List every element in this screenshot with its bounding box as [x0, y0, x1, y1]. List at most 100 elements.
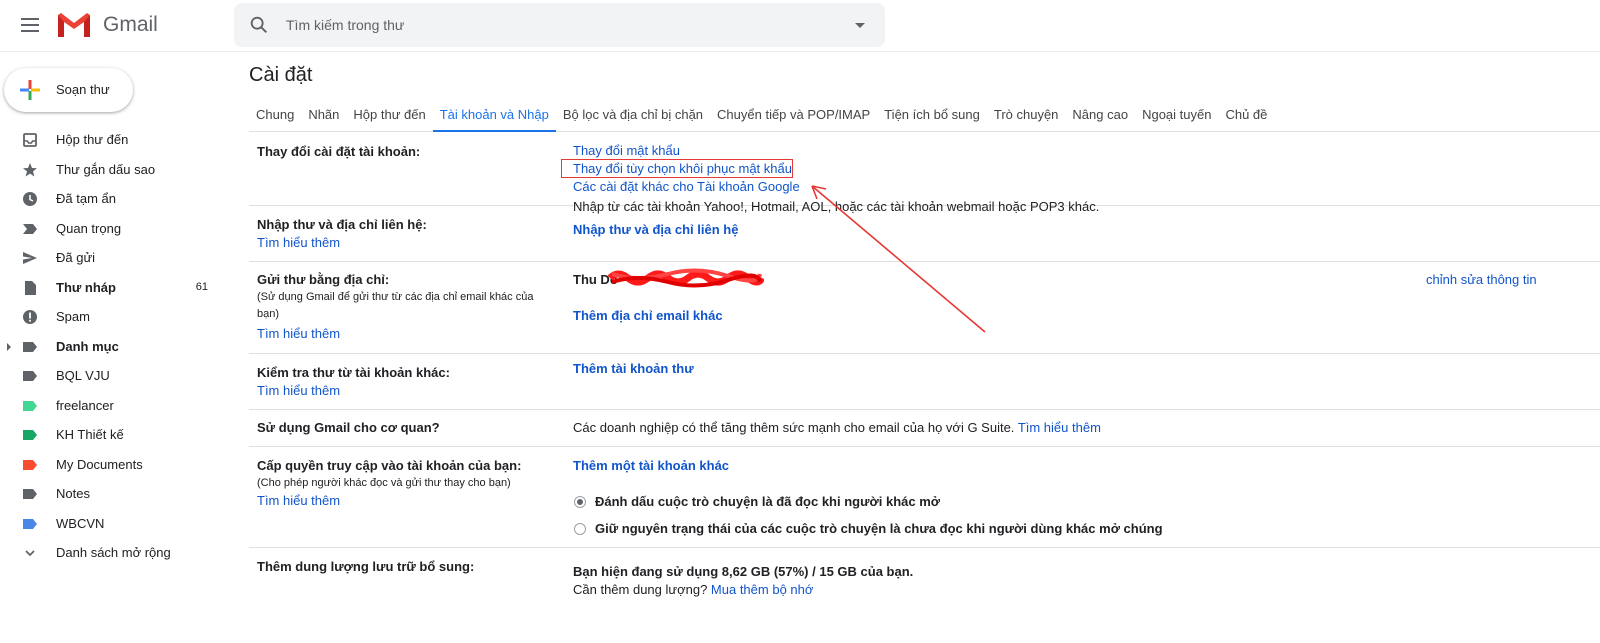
- settings-tab[interactable]: Ngoại tuyến: [1135, 100, 1218, 132]
- sidebar-item[interactable]: My Documents: [0, 451, 220, 481]
- buy-storage-link[interactable]: Mua thêm bộ nhớ: [711, 582, 813, 597]
- sidebar-item-label: Danh sách mở rộng: [56, 545, 171, 560]
- import-description: Nhập từ các tài khoản Yahoo!, Hotmail, A…: [573, 199, 1100, 214]
- compose-label: Soạn thư: [56, 82, 110, 97]
- search-icon[interactable]: [248, 14, 270, 36]
- add-another-account-link[interactable]: Thêm một tài khoản khác: [573, 458, 729, 473]
- search-options-dropdown-icon[interactable]: [855, 23, 865, 28]
- mark-read-radio[interactable]: [574, 496, 586, 508]
- sidebar-item[interactable]: BQL VJU: [0, 362, 220, 392]
- star-icon: [23, 162, 37, 176]
- sidebar-item-label: Hộp thư đến: [56, 132, 129, 147]
- sidebar-item[interactable]: Danh mục: [0, 333, 220, 363]
- sidebar-nav: Hộp thư đến Thư gắn dấu sao Đã tạm ẩn Quan …: [0, 126, 220, 569]
- settings-tab[interactable]: Chuyển tiếp và POP/IMAP: [710, 100, 877, 132]
- section-sublabel: (Sử dụng Gmail để gửi thư từ các địa chỉ…: [257, 291, 534, 320]
- google-account-settings-link[interactable]: Các cài đặt khác cho Tài khoản Google: [573, 179, 800, 194]
- change-password-link[interactable]: Thay đổi mật khẩu: [573, 143, 680, 158]
- section-label: Gửi thư bằng địa chỉ:: [257, 272, 390, 287]
- learn-more-link[interactable]: Tìm hiểu thêm: [257, 235, 340, 250]
- sidebar-item[interactable]: Thư nháp 61: [0, 274, 220, 304]
- sidebar-item-label: Đã tạm ẩn: [56, 191, 116, 206]
- annotation-highlight-box: [561, 159, 793, 178]
- sidebar-item[interactable]: Notes: [0, 480, 220, 510]
- add-email-address-link[interactable]: Thêm địa chỉ email khác: [573, 308, 723, 323]
- sidebar-item[interactable]: Danh sách mở rộng: [0, 539, 220, 569]
- learn-more-link[interactable]: Tìm hiểu thêm: [257, 383, 340, 398]
- sidebar-item[interactable]: WBCVN: [0, 510, 220, 540]
- chevron-down-icon: [25, 550, 35, 557]
- sidebar-item-label: BQL VJU: [56, 368, 110, 383]
- plus-icon: [20, 80, 40, 100]
- search-input[interactable]: [286, 3, 826, 47]
- settings-tab[interactable]: Chủ đề: [1218, 100, 1274, 132]
- import-mail-contacts-link[interactable]: Nhập thư và địa chỉ liên hệ: [573, 222, 738, 237]
- clock-icon: [23, 192, 37, 206]
- storage-usage-text: Bạn hiện đang sử dụng 8,62 GB (57%) / 15…: [573, 564, 914, 579]
- section-label: Nhập thư và địa chỉ liên hệ:: [257, 217, 427, 232]
- section-account-settings: Thay đổi cài đặt tài khoản: Thay đổi mật…: [249, 134, 1600, 206]
- sidebar-item[interactable]: Spam: [0, 303, 220, 333]
- mark-read-radio-label[interactable]: Đánh dấu cuộc trò chuyện là đã đọc khi n…: [595, 494, 940, 509]
- need-more-storage-text: Cần thêm dung lượng?: [573, 582, 711, 597]
- label-icon: [23, 430, 37, 440]
- section-label: Thêm dung lượng lưu trữ bổ sung:: [257, 559, 475, 574]
- settings-tab[interactable]: Nâng cao: [1065, 100, 1135, 132]
- expand-arrow-icon[interactable]: [7, 342, 11, 351]
- sidebar-item-label: Thư nháp: [56, 279, 116, 295]
- label-icon: [23, 518, 37, 529]
- settings-tab[interactable]: Hộp thư đến: [346, 100, 432, 132]
- settings-tab[interactable]: Tài khoản và Nhập: [432, 100, 556, 132]
- label-icon: [23, 341, 37, 352]
- section-storage: Thêm dung lượng lưu trữ bổ sung: Bạn hiệ…: [249, 548, 1600, 618]
- label-icon: [23, 489, 37, 499]
- gmail-logo-icon[interactable]: [56, 11, 92, 39]
- sidebar-item[interactable]: freelancer: [0, 392, 220, 422]
- send-icon: [23, 252, 37, 264]
- section-label: Sử dụng Gmail cho cơ quan?: [257, 420, 440, 435]
- sidebar-item-label: Danh mục: [56, 338, 119, 354]
- settings-tab[interactable]: Trò chuyện: [987, 100, 1066, 132]
- gsuite-description: Các doanh nghiệp có thể tăng thêm sức mạ…: [573, 420, 1018, 435]
- label-icon: [23, 459, 37, 470]
- unread-count: 61: [195, 280, 208, 293]
- learn-more-link[interactable]: Tìm hiểu thêm: [257, 326, 340, 341]
- sidebar-item-label: Thư gắn dấu sao: [56, 161, 156, 177]
- top-bar: Gmail: [0, 0, 1600, 52]
- settings-tabs: Chung Nhãn Hộp thư đến Tài khoản và Nhập Bộ …: [249, 100, 1600, 132]
- settings-tab[interactable]: Nhãn: [301, 100, 346, 132]
- learn-more-link[interactable]: Tìm hiểu thêm: [257, 493, 340, 508]
- section-gsuite: Sử dụng Gmail cho cơ quan? Các doanh ngh…: [249, 410, 1600, 447]
- sidebar-item[interactable]: Hộp thư đến: [0, 126, 220, 156]
- sidebar-item[interactable]: Quan trọng: [0, 215, 220, 245]
- sidebar-item-label: Đã gửi: [56, 250, 96, 265]
- label-icon: [23, 400, 37, 411]
- inbox-icon: [23, 133, 37, 147]
- section-label: Thay đổi cài đặt tài khoản:: [257, 144, 421, 159]
- learn-more-link[interactable]: Tìm hiểu thêm: [1018, 420, 1101, 435]
- sidebar-item-label: KH Thiết kế: [56, 427, 124, 442]
- keep-unread-radio[interactable]: [574, 523, 586, 535]
- sidebar-item[interactable]: Đã tạm ẩn: [0, 185, 220, 215]
- sidebar-item[interactable]: Đã gửi: [0, 244, 220, 274]
- keep-unread-radio-label[interactable]: Giữ nguyên trạng thái của các cuộc trò c…: [595, 521, 1163, 536]
- edit-info-link[interactable]: chỉnh sửa thông tin: [1426, 272, 1537, 287]
- settings-tab[interactable]: Tiện ích bổ sung: [877, 100, 987, 132]
- main-menu-icon[interactable]: [18, 14, 42, 38]
- settings-tab[interactable]: Chung: [249, 100, 301, 132]
- section-label: Kiểm tra thư từ tài khoản khác:: [257, 365, 450, 380]
- sidebar-item-label: freelancer: [56, 397, 114, 413]
- label-icon: [23, 371, 37, 381]
- add-mail-account-link[interactable]: Thêm tài khoản thư: [573, 361, 694, 376]
- draft-icon: [25, 280, 36, 295]
- section-sublabel: (Cho phép người khác đọc và gửi thư thay…: [257, 477, 511, 489]
- section-check-mail: Kiểm tra thư từ tài khoản khác: Tìm hiểu…: [249, 354, 1600, 410]
- page-title: Cài đặt: [249, 64, 313, 86]
- sidebar-item-label: My Documents: [56, 456, 143, 472]
- sidebar-item-label: Quan trọng: [56, 220, 122, 236]
- compose-button[interactable]: Soạn thư: [4, 68, 133, 112]
- settings-tab[interactable]: Bộ lọc và địa chỉ bị chặn: [556, 100, 710, 132]
- sidebar-item[interactable]: KH Thiết kế: [0, 421, 220, 451]
- sidebar-item[interactable]: Thư gắn dấu sao: [0, 156, 220, 186]
- section-import: Nhập từ các tài khoản Yahoo!, Hotmail, A…: [249, 199, 1600, 262]
